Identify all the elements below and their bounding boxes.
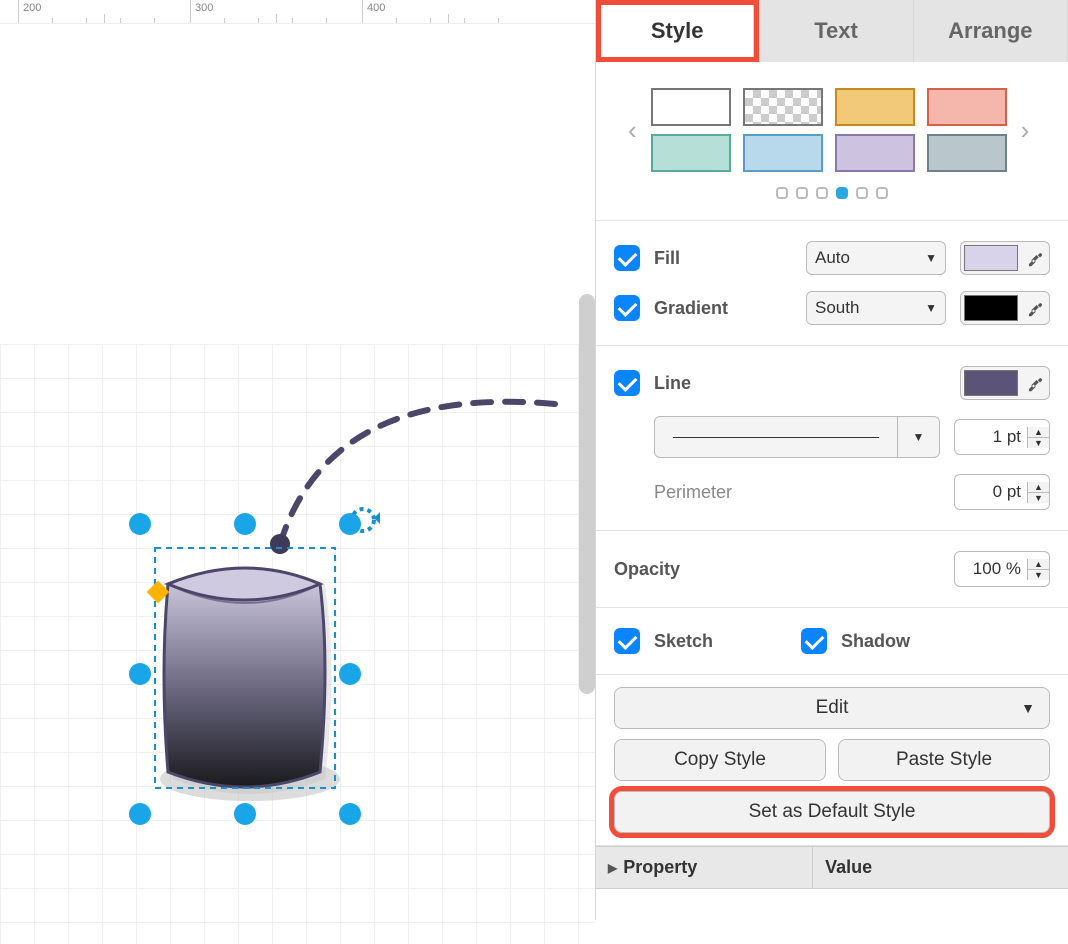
- opacity-value: 100 %: [955, 559, 1027, 579]
- line-style-select[interactable]: ▼: [654, 416, 940, 458]
- shadow-checkbox[interactable]: [801, 628, 827, 654]
- line-width-value: 1 pt: [955, 427, 1027, 447]
- connector-curve[interactable]: [280, 402, 555, 544]
- fill-color-chip[interactable]: [960, 241, 1050, 275]
- swatch[interactable]: [743, 134, 823, 172]
- canvas-shapes[interactable]: [0, 24, 595, 920]
- fill-mode-value: Auto: [815, 248, 850, 268]
- tab-arrange[interactable]: Arrange: [914, 0, 1068, 62]
- gradient-direction-value: South: [815, 298, 859, 318]
- swatch[interactable]: [835, 134, 915, 172]
- perimeter-label: Perimeter: [654, 482, 732, 503]
- opacity-label: Opacity: [614, 559, 680, 580]
- line-color-chip[interactable]: [960, 366, 1050, 400]
- paste-style-label: Paste Style: [896, 749, 992, 771]
- chevron-down-icon: ▼: [897, 417, 939, 457]
- perimeter-value: 0 pt: [955, 482, 1027, 502]
- swatch-prev-icon[interactable]: ‹: [622, 115, 643, 146]
- eyedropper-icon: [1024, 372, 1046, 394]
- copy-style-label: Copy Style: [674, 749, 766, 771]
- set-default-style-label: Set as Default Style: [749, 801, 916, 823]
- swatch-next-icon[interactable]: ›: [1015, 115, 1036, 146]
- canvas-viewport[interactable]: [0, 24, 595, 920]
- property-column-label: Property: [623, 857, 697, 878]
- style-panel: Style Text Arrange ‹ ›: [595, 0, 1068, 920]
- gradient-direction-select[interactable]: South ▼: [806, 291, 946, 325]
- tab-style-label: Style: [651, 18, 704, 44]
- connector-endpoint[interactable]: [270, 534, 290, 554]
- tab-text-label: Text: [814, 18, 858, 44]
- ruler-top: 200 300 400: [0, 0, 595, 24]
- perimeter-input[interactable]: 0 pt ▲▼: [954, 474, 1050, 510]
- line-checkbox[interactable]: [614, 370, 640, 396]
- eyedropper-icon: [1024, 247, 1046, 269]
- swatch-pager[interactable]: [614, 176, 1050, 208]
- set-default-style-button[interactable]: Set as Default Style: [614, 791, 1050, 833]
- disclosure-triangle-icon[interactable]: ▶: [608, 861, 617, 875]
- edit-style-label: Edit: [816, 697, 849, 719]
- tab-text[interactable]: Text: [759, 0, 913, 62]
- tab-style[interactable]: Style: [601, 5, 754, 57]
- selected-cylinder-shape[interactable]: [160, 568, 340, 801]
- swatch[interactable]: [651, 88, 731, 126]
- stepper[interactable]: ▲▼: [1027, 427, 1049, 448]
- fill-mode-select[interactable]: Auto ▼: [806, 241, 946, 275]
- chevron-down-icon: ▼: [925, 301, 937, 315]
- fill-label: Fill: [654, 248, 680, 269]
- ruler-tick-label: 400: [367, 2, 385, 14]
- property-table-header: ▶ Property Value: [596, 846, 1068, 889]
- stepper[interactable]: ▲▼: [1027, 482, 1049, 503]
- gradient-label: Gradient: [654, 298, 728, 319]
- sketch-label: Sketch: [654, 631, 713, 652]
- stepper[interactable]: ▲▼: [1027, 559, 1049, 580]
- swatch[interactable]: [927, 134, 1007, 172]
- ruler-tick-label: 200: [23, 2, 41, 14]
- copy-style-button[interactable]: Copy Style: [614, 739, 826, 781]
- swatch[interactable]: [835, 88, 915, 126]
- canvas-area[interactable]: 200 300 400: [0, 0, 595, 920]
- gradient-checkbox[interactable]: [614, 295, 640, 321]
- eyedropper-icon: [1024, 297, 1046, 319]
- chevron-down-icon: ▼: [925, 251, 937, 265]
- tab-arrange-label: Arrange: [948, 18, 1032, 44]
- edit-style-button[interactable]: Edit ▼: [614, 687, 1050, 729]
- swatch[interactable]: [651, 134, 731, 172]
- gradient-color-chip[interactable]: [960, 291, 1050, 325]
- panel-tabs: Style Text Arrange: [596, 0, 1068, 62]
- shadow-label: Shadow: [841, 631, 910, 652]
- opacity-input[interactable]: 100 % ▲▼: [954, 551, 1050, 587]
- value-column-label: Value: [813, 847, 884, 888]
- sketch-checkbox[interactable]: [614, 628, 640, 654]
- vertical-scrollbar[interactable]: [579, 294, 595, 694]
- swatch[interactable]: [927, 88, 1007, 126]
- chevron-down-icon: ▼: [1021, 700, 1035, 716]
- line-width-input[interactable]: 1 pt ▲▼: [954, 419, 1050, 455]
- paste-style-button[interactable]: Paste Style: [838, 739, 1050, 781]
- ruler-tick-label: 300: [195, 2, 213, 14]
- swatch-transparent[interactable]: [743, 88, 823, 126]
- fill-checkbox[interactable]: [614, 245, 640, 271]
- swatch-grid: [651, 88, 1007, 172]
- line-label: Line: [654, 373, 691, 394]
